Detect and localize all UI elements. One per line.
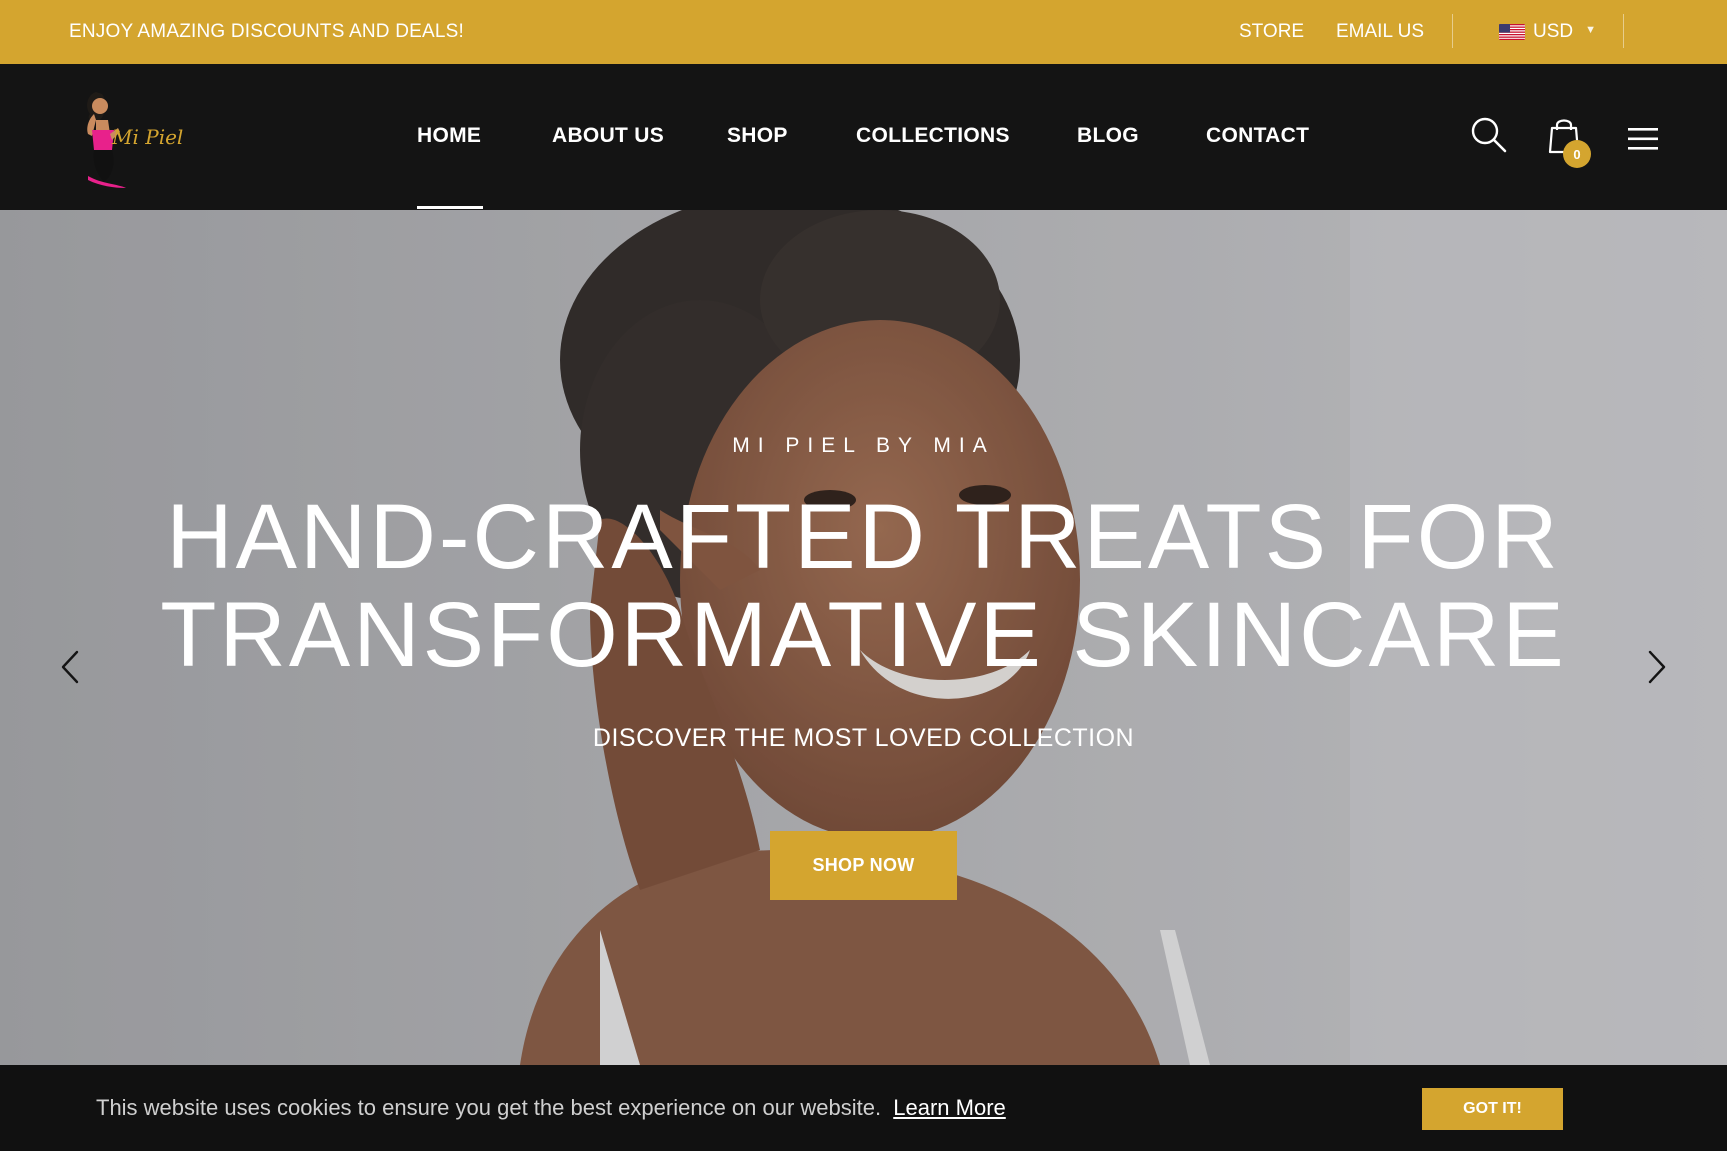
nav-collections[interactable]: COLLECTIONS (856, 124, 1010, 148)
shop-now-button[interactable]: SHOP NOW (770, 831, 957, 900)
learn-more-link[interactable]: Learn More (893, 1095, 1006, 1120)
hero-headline-line-1: HAND-CRAFTED TREATS FOR (166, 486, 1561, 588)
chevron-right-icon[interactable] (1644, 649, 1670, 685)
cart-count-badge: 0 (1563, 140, 1591, 168)
divider (1452, 14, 1453, 48)
announcement-text: ENJOY AMAZING DISCOUNTS AND DEALS! (69, 21, 464, 42)
divider (1623, 14, 1624, 48)
hero-headline: HAND-CRAFTED TREATS FOR TRANSFORMATIVE S… (0, 488, 1727, 684)
chevron-left-icon[interactable] (57, 649, 83, 685)
announcement-bar: ENJOY AMAZING DISCOUNTS AND DEALS! STORE… (0, 0, 1727, 64)
cookie-message: This website uses cookies to ensure you … (96, 1095, 1006, 1121)
nav-home[interactable]: HOME (417, 124, 481, 148)
nav-shop[interactable]: SHOP (727, 124, 788, 148)
us-flag-icon (1499, 24, 1525, 40)
search-icon[interactable] (1470, 116, 1508, 159)
nav-blog[interactable]: BLOG (1077, 124, 1139, 148)
currency-label: USD (1533, 21, 1574, 42)
menu-icon[interactable] (1628, 126, 1658, 157)
hero-eyebrow: MI PIEL BY MIA (732, 434, 995, 457)
main-nav: HOME ABOUT US SHOP COLLECTIONS BLOG CONT… (0, 64, 1727, 210)
currency-selector[interactable]: USD ▼ (1499, 19, 1596, 45)
hero-subheading: DISCOVER THE MOST LOVED COLLECTION (592, 724, 1135, 752)
hero-slider: MI PIEL BY MIA HAND-CRAFTED TREATS FOR T… (0, 210, 1727, 1065)
hero-headline-line-2: TRANSFORMATIVE SKINCARE (160, 584, 1567, 686)
nav-about-us[interactable]: ABOUT US (552, 124, 664, 148)
site-header: Mi Piel HOME ABOUT US SHOP COLLECTIONS B… (0, 64, 1727, 210)
active-nav-indicator (417, 206, 483, 209)
store-link[interactable]: STORE (1239, 21, 1304, 43)
cookie-message-text: This website uses cookies to ensure you … (96, 1095, 882, 1120)
cookie-consent-bar: This website uses cookies to ensure you … (0, 1065, 1727, 1151)
chevron-down-icon: ▼ (1585, 24, 1597, 36)
nav-contact[interactable]: CONTACT (1206, 124, 1309, 148)
got-it-button[interactable]: GOT IT! (1422, 1088, 1563, 1130)
email-us-link[interactable]: EMAIL US (1336, 21, 1424, 43)
